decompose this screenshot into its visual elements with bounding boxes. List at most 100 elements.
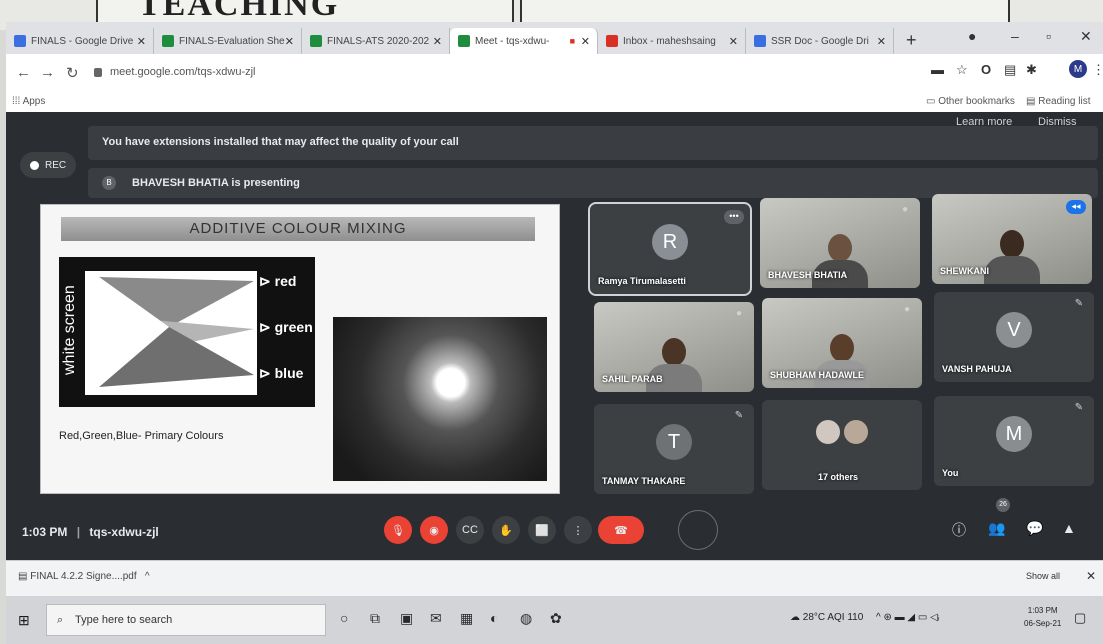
tab-3[interactable]: FINALS-ATS 2020-202 ✕ (302, 28, 450, 54)
tab-6[interactable]: SSR Doc - Google Dri ✕ (746, 28, 894, 54)
edge-icon[interactable]: ◐ (490, 610, 498, 626)
drive-icon (754, 35, 766, 47)
presented-slide: ADDITIVE COLOUR MIXING white screen ⊳ re… (40, 204, 560, 494)
participant-tile[interactable]: ● SAHIL PARAB (594, 302, 754, 392)
extension-icon[interactable]: ▤ (1004, 62, 1016, 78)
sheets-icon (310, 35, 322, 47)
dismiss-link[interactable]: Dismiss (1038, 116, 1077, 128)
task-view-icon[interactable]: ⧉ (370, 610, 380, 627)
others-count: 17 others (818, 472, 859, 482)
tab-2[interactable]: FINALS-Evaluation She ✕ (154, 28, 302, 54)
drive-icon (14, 35, 26, 47)
tab-meet[interactable]: Meet - tqs-xdwu- ■ ✕ (450, 28, 598, 54)
taskbar-clock[interactable]: 1:03 PM 06-Sep-21 (1024, 604, 1061, 630)
reload-icon[interactable]: ↻ (66, 64, 79, 82)
mic-off-icon: ✎ (1074, 298, 1084, 309)
tab-1[interactable]: FINALS - Google Drive ✕ (6, 28, 154, 54)
clock-time: 1:03 PM (1027, 606, 1058, 615)
minimize-button[interactable]: – (1011, 28, 1019, 44)
system-tray-icons[interactable]: ^ ⊛ ▬ ◢ ▭ ◁ᵢ (876, 612, 939, 623)
raise-hand-button[interactable]: ✋ (492, 516, 520, 544)
recording-icon: ■ (569, 36, 575, 46)
url-field[interactable]: meet.google.com/tqs-xdwu-zjl (94, 61, 914, 83)
blank-control[interactable] (678, 510, 718, 550)
tab-label: FINALS - Google Drive (31, 35, 134, 47)
other-bookmarks[interactable]: ▭ Other bookmarks (926, 96, 1015, 107)
maximize-button[interactable]: ▫ (1046, 28, 1051, 44)
people-icon[interactable]: 👥 (988, 520, 1005, 537)
leave-call-button[interactable]: ☎ (598, 516, 644, 544)
opera-extension-icon[interactable]: O (981, 62, 991, 77)
banner-text: You have extensions installed that may a… (102, 136, 459, 148)
url-text: meet.google.com/tqs-xdwu-zjl (110, 66, 256, 78)
address-bar-row: ← → ↻ meet.google.com/tqs-xdwu-zjl ▬ ☆ O… (6, 54, 1103, 90)
tab-5[interactable]: Inbox - maheshsaing ✕ (598, 28, 746, 54)
close-downloads-icon[interactable]: ✕ (1086, 569, 1096, 583)
captions-button[interactable]: CC (456, 516, 484, 544)
close-icon[interactable]: ✕ (877, 35, 886, 48)
close-window-button[interactable]: ✕ (1080, 28, 1092, 45)
chrome-icon[interactable]: ◍ (520, 610, 532, 627)
sheets-icon (162, 35, 174, 47)
app-icon[interactable]: ▣ (400, 610, 413, 627)
close-icon[interactable]: ✕ (137, 35, 146, 48)
profile-circle-icon[interactable]: ● (968, 28, 976, 44)
slide-title: ADDITIVE COLOUR MIXING (61, 217, 535, 241)
search-placeholder: Type here to search (75, 614, 173, 626)
puzzle-icon[interactable]: ✱ (1026, 62, 1037, 78)
participant-tile[interactable]: V ✎ VANSH PAHUJA (934, 292, 1094, 382)
participant-avatar: T (656, 424, 692, 460)
participant-tile[interactable]: R ••• Ramya Tirumalasetti (588, 202, 752, 296)
store-icon[interactable]: ▦ (460, 610, 473, 627)
mic-toggle-button[interactable]: 🎙 (384, 516, 412, 544)
self-tile[interactable]: M ✎ You (934, 396, 1094, 486)
download-item[interactable]: ▤ FINAL 4.2.2 Signe....pdf ^ (18, 571, 150, 582)
meeting-details-icon[interactable]: ⓘ (952, 520, 966, 540)
reading-list[interactable]: ▤ Reading list (1026, 96, 1091, 107)
menu-icon[interactable]: ⋮ (1092, 62, 1103, 78)
windows-start-icon[interactable]: ⊞ (18, 612, 30, 629)
camera-indicator-icon[interactable]: ▬ (931, 62, 944, 77)
rec-badge: REC (20, 152, 76, 178)
learn-more-link[interactable]: Learn more (956, 116, 1012, 128)
forward-icon[interactable]: → (40, 64, 55, 81)
ray-text: red (274, 273, 297, 289)
ray-label-green: ⊳ green (259, 319, 313, 335)
activities-icon[interactable]: ▲ (1062, 520, 1076, 536)
camera-toggle-button[interactable]: ◉ (420, 516, 448, 544)
separator: | (76, 525, 81, 539)
lock-icon (94, 67, 102, 77)
notifications-icon[interactable]: ▢ (1074, 610, 1086, 626)
participant-avatar: R (652, 224, 688, 260)
show-all-button[interactable]: Show all (1026, 571, 1060, 581)
present-button[interactable]: ⬜ (528, 516, 556, 544)
slide-caption: Red,Green,Blue- Primary Colours (59, 430, 224, 442)
profile-avatar[interactable]: M (1069, 60, 1087, 78)
close-icon[interactable]: ✕ (581, 35, 590, 48)
tab-strip: FINALS - Google Drive ✕ FINALS-Evaluatio… (6, 24, 1103, 54)
participant-tile[interactable]: T ✎ TANMAY THAKARE (594, 404, 754, 494)
download-filename: FINAL 4.2.2 Signe....pdf (30, 571, 137, 582)
close-icon[interactable]: ✕ (285, 35, 294, 48)
participant-tile[interactable]: ● BHAVESH BHATIA (760, 198, 920, 288)
others-tile[interactable]: 17 others (762, 400, 922, 490)
taskbar-search[interactable]: ⌕ Type here to search (46, 604, 326, 636)
chat-icon[interactable]: 💬 (1026, 520, 1043, 537)
mail-icon[interactable]: ✉ (430, 610, 442, 627)
star-icon[interactable]: ☆ (956, 62, 968, 78)
participant-tile[interactable]: ● SHUBHAM HADAWLE (762, 298, 922, 388)
apps-bookmark[interactable]: ⁞⁞⁞ Apps (12, 96, 45, 107)
weather-widget[interactable]: ☁ 28°C AQI 110 (790, 612, 863, 623)
close-icon[interactable]: ✕ (433, 35, 442, 48)
app2-icon[interactable]: ✿ (550, 610, 562, 627)
more-options-icon[interactable]: ••• (724, 210, 744, 224)
apps-label: Apps (22, 96, 46, 107)
self-avatar: M (996, 416, 1032, 452)
more-options-button[interactable]: ⋮ (564, 516, 592, 544)
participant-name: Ramya Tirumalasetti (598, 276, 686, 286)
participant-tile[interactable]: ◂◂ SHEWKANI (932, 194, 1092, 284)
cortana-icon[interactable]: ○ (340, 610, 348, 626)
back-icon[interactable]: ← (16, 64, 31, 81)
close-icon[interactable]: ✕ (729, 35, 738, 48)
new-tab-button[interactable]: + (906, 30, 917, 51)
